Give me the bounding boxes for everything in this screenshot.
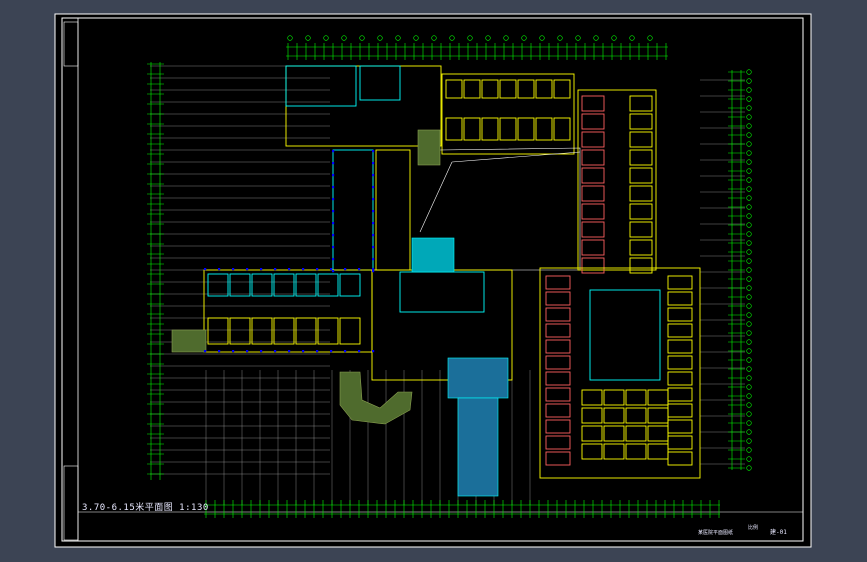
column	[302, 350, 305, 353]
column	[372, 350, 375, 353]
column	[358, 350, 361, 353]
column	[344, 350, 347, 353]
column	[246, 268, 249, 271]
column	[232, 268, 235, 271]
column	[372, 234, 375, 237]
column	[372, 268, 375, 271]
column	[274, 350, 277, 353]
column	[372, 222, 375, 225]
column	[332, 150, 335, 153]
column	[330, 350, 333, 353]
column	[332, 162, 335, 165]
column	[372, 258, 375, 261]
column	[372, 162, 375, 165]
column	[274, 268, 277, 271]
sheet-number: 建-01	[770, 529, 787, 536]
column	[344, 268, 347, 271]
column	[260, 268, 263, 271]
column	[288, 350, 291, 353]
entrance-stair	[447, 357, 509, 399]
column	[358, 268, 361, 271]
column	[260, 350, 263, 353]
column	[204, 268, 207, 271]
drawing-title: 3.70-6.15米平面图 1:130	[82, 503, 209, 513]
column	[332, 246, 335, 249]
column	[218, 350, 221, 353]
column	[302, 268, 305, 271]
column	[372, 210, 375, 213]
column	[372, 198, 375, 201]
column	[332, 234, 335, 237]
column	[332, 198, 335, 201]
column	[332, 186, 335, 189]
column	[316, 350, 319, 353]
column	[332, 270, 335, 273]
column	[372, 174, 375, 177]
stamp-text: 某医院平面图纸	[698, 530, 734, 536]
entrance-ramp	[457, 397, 499, 497]
cad-viewport[interactable]: 3.70-6.15米平面图 1:130 比例 某医院平面图纸 建-01	[0, 0, 867, 562]
floor-plan-drawing	[54, 13, 812, 548]
green-ramp	[171, 329, 207, 353]
column	[218, 268, 221, 271]
column	[332, 222, 335, 225]
column	[372, 270, 375, 273]
drawing-sheet	[54, 13, 812, 548]
column	[332, 258, 335, 261]
column	[246, 350, 249, 353]
green-stair	[417, 129, 441, 166]
column	[288, 268, 291, 271]
column	[204, 350, 207, 353]
column	[332, 210, 335, 213]
column	[330, 268, 333, 271]
stair-block	[411, 237, 455, 273]
column	[372, 150, 375, 153]
column	[232, 350, 235, 353]
column	[316, 268, 319, 271]
column	[372, 246, 375, 249]
column	[332, 174, 335, 177]
scale-note: 比例	[748, 525, 759, 531]
column	[372, 186, 375, 189]
